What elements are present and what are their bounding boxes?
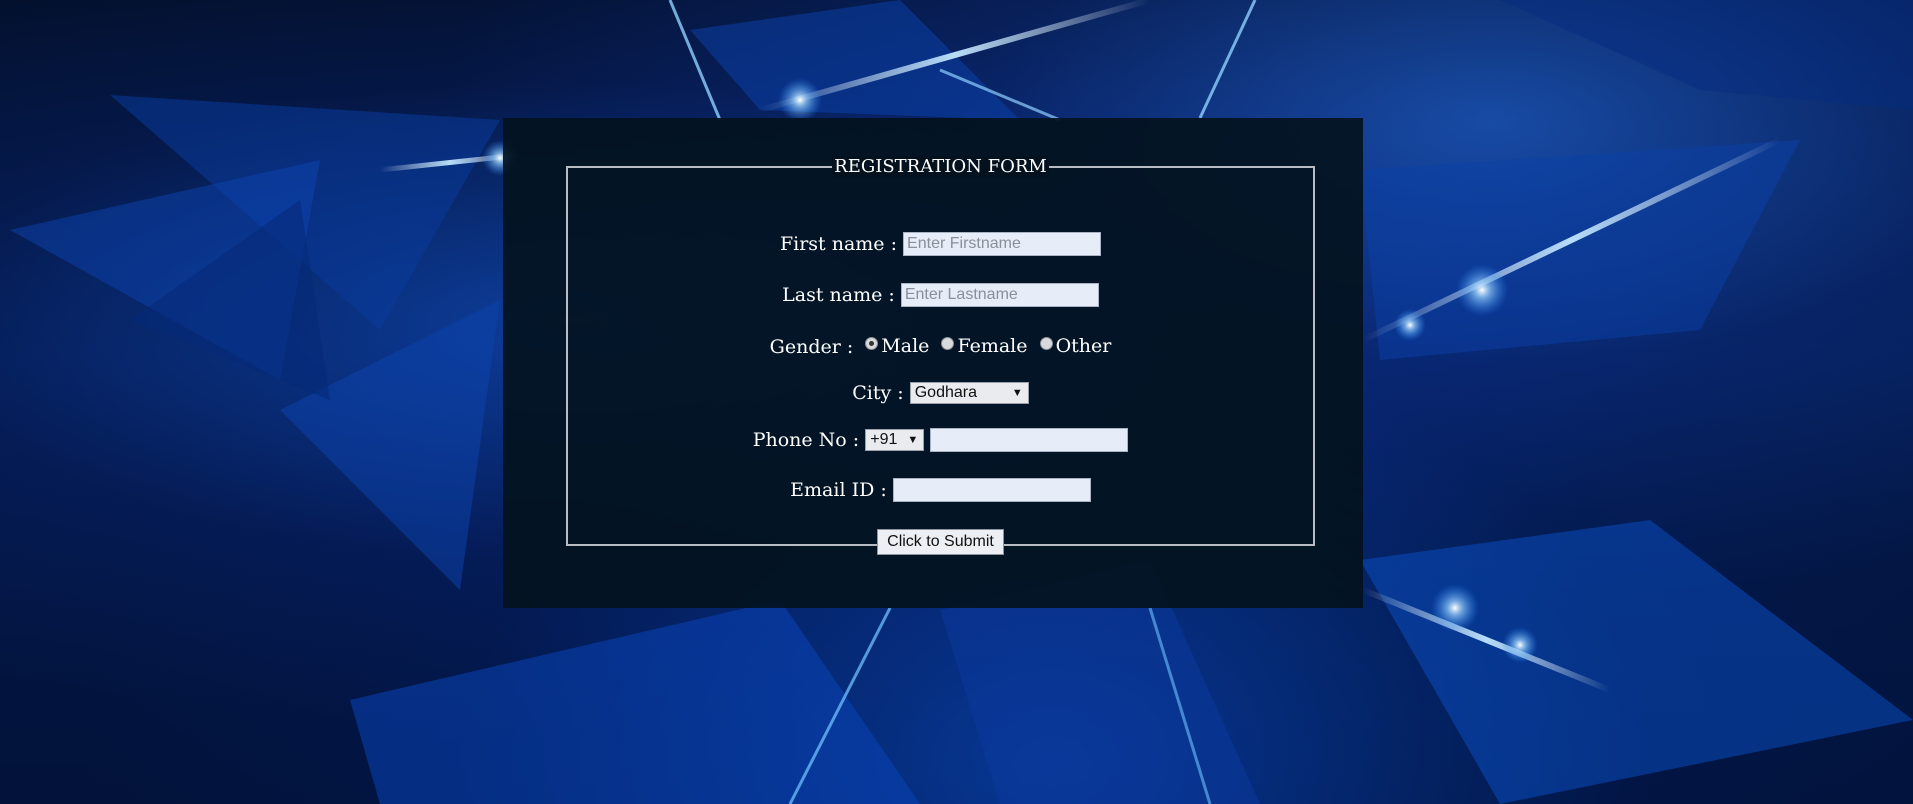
country-code-value: +91 <box>870 431 898 448</box>
chevron-down-icon: ▼ <box>1011 387 1023 399</box>
country-code-select[interactable]: +91 ▼ <box>865 429 925 451</box>
email-input[interactable] <box>892 478 1091 502</box>
city-select[interactable]: Godhara ▼ <box>909 382 1029 404</box>
form-title: REGISTRATION FORM <box>832 156 1049 177</box>
email-row: Email ID : <box>568 478 1313 502</box>
submit-button[interactable]: Click to Submit <box>877 529 1004 555</box>
phone-row: Phone No : +91 ▼ <box>568 428 1313 452</box>
city-label: City : <box>852 382 904 404</box>
chevron-down-icon: ▼ <box>907 434 919 446</box>
registration-panel: REGISTRATION FORM First name : Last name… <box>503 118 1363 608</box>
form-legend: REGISTRATION FORM <box>568 156 1313 177</box>
gender-male-radio[interactable] <box>865 337 879 350</box>
phone-label: Phone No : <box>752 429 860 451</box>
submit-row: Click to Submit <box>568 529 1313 555</box>
first-name-input[interactable] <box>903 232 1102 256</box>
last-name-input[interactable] <box>900 283 1099 307</box>
city-selected-value: Godhara <box>914 384 977 401</box>
first-name-label: First name : <box>779 233 897 255</box>
first-name-row: First name : <box>568 232 1313 256</box>
registration-fieldset: REGISTRATION FORM First name : Last name… <box>566 156 1315 555</box>
gender-other-radio[interactable] <box>1039 337 1053 350</box>
last-name-label: Last name : <box>782 284 895 306</box>
gender-label: Gender : <box>769 336 854 358</box>
city-row: City : Godhara ▼ <box>568 381 1313 404</box>
email-label: Email ID : <box>790 479 887 501</box>
gender-female-label: Female <box>957 335 1028 357</box>
gender-row: Gender : Male Female Other <box>568 335 1313 358</box>
gender-male-label: Male <box>881 335 930 357</box>
gender-female-radio[interactable] <box>941 337 955 350</box>
last-name-row: Last name : <box>568 283 1313 307</box>
phone-input[interactable] <box>930 428 1129 452</box>
gender-other-label: Other <box>1055 335 1112 357</box>
